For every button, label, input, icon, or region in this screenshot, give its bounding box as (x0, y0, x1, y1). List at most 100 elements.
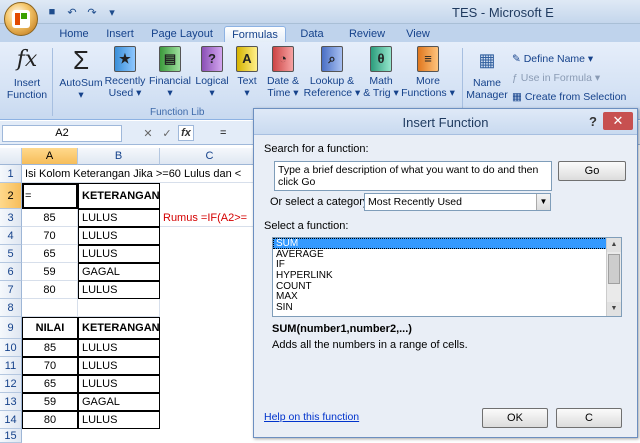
recently-used-button[interactable]: ★ Recently Used ▾ (104, 46, 146, 99)
nilai-cell[interactable]: 65 (22, 375, 78, 393)
cancel-button[interactable]: C (556, 408, 622, 428)
help-icon[interactable]: ? (589, 114, 597, 129)
row-header[interactable]: 10 (0, 339, 22, 357)
row-header[interactable]: 4 (0, 227, 22, 245)
function-list-item[interactable]: AVERAGE (273, 249, 621, 260)
dialog-title-bar[interactable]: Insert Function ? ✕ (254, 109, 637, 135)
lookup-reference-button[interactable]: ⌕ Lookup & Reference ▾ (302, 46, 362, 99)
name-manager-button[interactable]: ▦ Name Manager (464, 46, 510, 101)
function-list-item[interactable]: MAX (273, 291, 621, 303)
keterangan-cell[interactable]: LULUS (78, 209, 160, 227)
nilai-cell[interactable]: 59 (22, 393, 78, 411)
undo-icon[interactable]: ↶ (64, 4, 80, 20)
row-header[interactable]: 11 (0, 357, 22, 375)
function-list-item[interactable]: COUNT (273, 281, 621, 292)
keterangan-cell[interactable]: LULUS (78, 411, 160, 429)
keterangan-cell[interactable]: LULUS (78, 357, 160, 375)
customize-qat-icon[interactable]: ▾ (104, 4, 120, 20)
function-list-item[interactable]: SUM (273, 238, 621, 249)
column-header-c[interactable]: C (160, 148, 260, 165)
active-cell-a2[interactable]: = (22, 183, 78, 209)
function-list-item[interactable]: HYPERLINK (273, 270, 621, 281)
nilai-cell[interactable]: 80 (22, 411, 78, 429)
scroll-down-icon[interactable]: ▼ (607, 302, 621, 316)
tab-data[interactable]: Data (294, 26, 330, 42)
tab-review[interactable]: Review (344, 26, 390, 42)
search-input[interactable]: Type a brief description of what you wan… (274, 161, 552, 191)
math-trig-button[interactable]: θ Math & Trig ▾ (362, 46, 400, 99)
keterangan-cell[interactable]: GAGAL (78, 263, 160, 281)
insert-function-button[interactable]: fx Insert Function (6, 46, 48, 102)
rumus-label[interactable]: Rumus =IF(A2>= (160, 209, 260, 227)
column-header-b[interactable]: B (78, 148, 160, 165)
autosum-button[interactable]: Σ AutoSum ▾ (58, 46, 104, 101)
keterangan-cell[interactable]: GAGAL (78, 393, 160, 411)
header-nilai[interactable]: NILAI (22, 317, 78, 339)
close-icon[interactable]: ✕ (603, 112, 633, 130)
function-list-item[interactable]: IF (273, 259, 621, 271)
row-header[interactable]: 15 (0, 429, 22, 443)
nilai-cell[interactable]: 59 (22, 263, 78, 281)
function-list-scrollbar[interactable]: ▲ ▼ (606, 238, 621, 316)
keterangan-cell[interactable]: LULUS (78, 227, 160, 245)
date-time-button[interactable]: ◔ Date & Time ▾ (264, 46, 302, 99)
insert-function-icon[interactable]: fx (178, 125, 194, 141)
row-header[interactable]: 7 (0, 281, 22, 299)
tab-home[interactable]: Home (52, 26, 96, 42)
define-name-button[interactable]: ✎ Define Name ▾ (512, 50, 626, 69)
scroll-up-icon[interactable]: ▲ (607, 238, 621, 252)
empty-cell[interactable] (22, 299, 78, 317)
row-header[interactable]: 13 (0, 393, 22, 411)
row-header[interactable]: 14 (0, 411, 22, 429)
nilai-cell[interactable]: 80 (22, 281, 78, 299)
row-header[interactable]: 1 (0, 165, 22, 183)
nilai-cell[interactable]: 85 (22, 339, 78, 357)
name-manager-icon: ▦ (478, 50, 496, 70)
keterangan-cell[interactable]: LULUS (78, 281, 160, 299)
row-header[interactable]: 5 (0, 245, 22, 263)
logical-button[interactable]: ? Logical ▾ (192, 46, 232, 99)
chevron-down-icon[interactable]: ▼ (536, 194, 550, 210)
keterangan-cell[interactable]: LULUS (78, 375, 160, 393)
use-in-formula-button[interactable]: ƒ Use in Formula ▾ (512, 69, 626, 88)
nilai-cell[interactable]: 70 (22, 357, 78, 375)
row-header[interactable]: 6 (0, 263, 22, 281)
nilai-cell[interactable]: 85 (22, 209, 78, 227)
category-select[interactable]: Most Recently Used ▼ (364, 193, 551, 211)
office-button[interactable] (4, 2, 38, 36)
ok-button[interactable]: OK (482, 408, 548, 428)
tab-view[interactable]: View (400, 26, 436, 42)
row-header[interactable]: 3 (0, 209, 22, 227)
cancel-icon[interactable]: ✕ (140, 125, 156, 141)
row-header[interactable]: 2 (0, 183, 22, 209)
nilai-cell[interactable]: 65 (22, 245, 78, 263)
column-header-a[interactable]: A (22, 148, 78, 165)
go-button[interactable]: Go (558, 161, 626, 181)
help-link[interactable]: Help on this function (264, 411, 359, 423)
text-button[interactable]: A Text ▾ (232, 46, 262, 99)
financial-button[interactable]: ▤ Financial ▾ (148, 46, 192, 99)
header-keterangan[interactable]: KETERANGAN (78, 183, 160, 209)
row-header[interactable]: 9 (0, 317, 22, 339)
enter-icon[interactable]: ✓ (159, 125, 175, 141)
scroll-thumb[interactable] (608, 254, 620, 284)
more-functions-button[interactable]: ≡ More Functions ▾ (400, 46, 456, 99)
select-all-corner[interactable] (0, 148, 22, 165)
tab-insert[interactable]: Insert (100, 26, 140, 42)
row-header[interactable]: 8 (0, 299, 22, 317)
keterangan-cell[interactable]: LULUS (78, 339, 160, 357)
function-list-item[interactable]: SIN (273, 302, 621, 313)
header-keterangan-2[interactable]: KETERANGAN (78, 317, 160, 339)
name-box[interactable]: A2 (2, 125, 122, 142)
nilai-cell[interactable]: 70 (22, 227, 78, 245)
function-list[interactable]: SUM AVERAGE IF HYPERLINK COUNT MAX SIN ▲… (272, 237, 622, 317)
redo-icon[interactable]: ↷ (84, 4, 100, 20)
empty-cell[interactable] (78, 299, 160, 317)
save-icon[interactable]: ■ (44, 4, 60, 20)
row-header[interactable]: 12 (0, 375, 22, 393)
tab-formulas[interactable]: Formulas (224, 26, 286, 42)
tab-page-layout[interactable]: Page Layout (148, 26, 216, 42)
keterangan-cell[interactable]: LULUS (78, 245, 160, 263)
create-from-selection-button[interactable]: ▦ Create from Selection (512, 88, 626, 107)
instruction-cell[interactable]: Isi Kolom Keterangan Jika >=60 Lulus dan… (22, 165, 262, 183)
